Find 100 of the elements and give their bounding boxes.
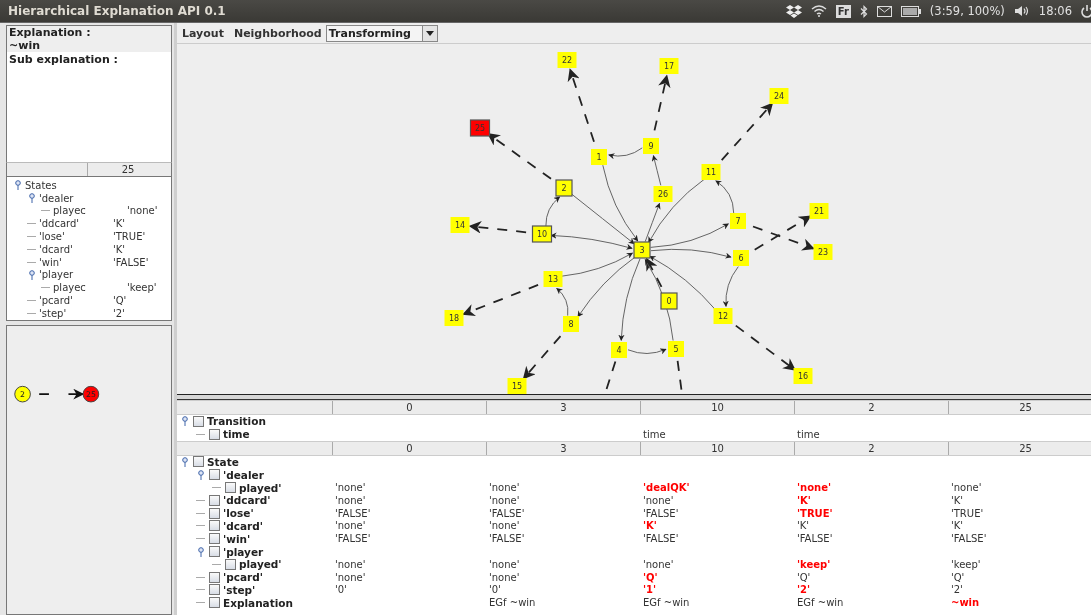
- checkbox[interactable]: [209, 571, 220, 583]
- graph-node[interactable]: 11: [701, 164, 721, 180]
- checkbox[interactable]: [209, 597, 220, 609]
- column-header[interactable]: 25: [948, 441, 1091, 455]
- neighborhood-label: Neighborhood: [233, 26, 322, 40]
- expand-handle-icon[interactable]: [180, 416, 190, 427]
- expand-handle-icon[interactable]: [27, 269, 37, 280]
- tree-item[interactable]: 'player: [39, 269, 74, 281]
- graph-node[interactable]: 22: [557, 52, 577, 68]
- checkbox[interactable]: [209, 546, 220, 558]
- column-header[interactable]: 10: [640, 401, 794, 414]
- column-header[interactable]: 3: [486, 441, 640, 455]
- checkbox[interactable]: [209, 469, 220, 481]
- table-cell: 'Q': [797, 571, 811, 583]
- graph-node[interactable]: 21: [809, 203, 829, 219]
- tree-item[interactable]: 'dealer: [39, 192, 74, 204]
- tree-item[interactable]: 'lose': [39, 231, 65, 243]
- state-value: 'FALSE': [113, 256, 149, 268]
- tree-item[interactable]: played': [239, 558, 282, 571]
- checkbox[interactable]: [193, 415, 204, 427]
- checkbox[interactable]: [225, 558, 236, 570]
- tree-item[interactable]: 'dcard': [39, 243, 73, 255]
- power-icon[interactable]: [1081, 4, 1091, 18]
- graph-node[interactable]: 16: [793, 368, 813, 384]
- tree-item[interactable]: playec: [53, 205, 86, 217]
- tree-item[interactable]: 'step': [39, 307, 67, 319]
- graph-node[interactable]: 7: [730, 213, 746, 229]
- expand-handle-icon[interactable]: [13, 180, 23, 191]
- checkbox[interactable]: [209, 428, 220, 440]
- tree-item[interactable]: 'step': [223, 583, 256, 596]
- tree-item[interactable]: 'ddcard': [223, 494, 271, 507]
- tree-item[interactable]: 'dcard': [223, 519, 263, 532]
- expand-handle-icon[interactable]: [196, 469, 206, 480]
- battery-status[interactable]: (3:59, 100%): [929, 4, 1005, 18]
- dashed-arrow: [753, 215, 812, 251]
- graph-node[interactable]: 8: [563, 316, 579, 332]
- checkbox[interactable]: [209, 533, 220, 545]
- graph-node[interactable]: 10: [531, 225, 553, 243]
- tree-item[interactable]: Transition: [207, 415, 266, 428]
- clock[interactable]: 18:06: [1038, 4, 1072, 18]
- graph-node[interactable]: 1: [591, 149, 607, 165]
- tree-item[interactable]: 'win': [39, 256, 62, 268]
- graph-node[interactable]: 17: [659, 58, 679, 74]
- tree-item[interactable]: 'lose': [223, 507, 254, 520]
- column-header[interactable]: 2: [794, 401, 948, 414]
- tree-item[interactable]: 'player: [223, 545, 264, 558]
- graph-node[interactable]: 2: [555, 179, 573, 197]
- graph-node[interactable]: 25: [82, 385, 100, 403]
- graph-node[interactable]: 3: [633, 241, 651, 259]
- tree-item[interactable]: played': [239, 481, 282, 494]
- dropbox-icon[interactable]: [785, 4, 802, 18]
- column-header[interactable]: 10: [640, 441, 794, 455]
- tree-item[interactable]: States: [25, 179, 57, 191]
- keyboard-layout-indicator[interactable]: Fr: [835, 4, 851, 18]
- graph-node[interactable]: 0: [660, 292, 678, 310]
- tree-item[interactable]: playec: [53, 282, 86, 294]
- graph-node[interactable]: 26: [653, 186, 673, 202]
- graph-node[interactable]: 15: [507, 378, 527, 394]
- column-header[interactable]: 2: [794, 441, 948, 455]
- column-header[interactable]: 25: [948, 401, 1091, 414]
- graph-node[interactable]: 9: [643, 138, 659, 154]
- checkbox[interactable]: [209, 520, 220, 532]
- state-value: 'Q': [113, 295, 127, 307]
- bluetooth-icon[interactable]: [859, 4, 868, 18]
- tree-item[interactable]: 'win': [223, 532, 251, 545]
- expand-handle-icon[interactable]: [196, 546, 206, 557]
- checkbox[interactable]: [209, 494, 220, 506]
- graph-node[interactable]: 18: [444, 310, 464, 326]
- checkbox[interactable]: [193, 456, 204, 468]
- checkbox[interactable]: [225, 482, 236, 494]
- tree-item[interactable]: 'ddcard': [39, 218, 80, 230]
- speaker-icon[interactable]: [1013, 5, 1030, 17]
- column-header[interactable]: 0: [332, 401, 486, 414]
- expand-handle-icon[interactable]: [180, 457, 190, 467]
- tree-item[interactable]: 'pcard': [39, 295, 73, 307]
- graph-node[interactable]: 12: [713, 308, 733, 324]
- graph-node[interactable]: 2: [14, 385, 31, 403]
- state-value: '2': [113, 307, 125, 319]
- graph-node[interactable]: 23: [813, 244, 833, 260]
- tree-item[interactable]: 'dealer: [223, 468, 264, 481]
- expand-handle-icon[interactable]: [27, 193, 37, 204]
- tree-item[interactable]: time: [223, 428, 250, 441]
- graph-node[interactable]: 5: [668, 341, 684, 357]
- graph-node[interactable]: 6: [733, 250, 749, 266]
- graph-node[interactable]: 13: [543, 271, 563, 287]
- column-header[interactable]: 3: [486, 401, 640, 414]
- graph-node[interactable]: 24: [769, 88, 789, 104]
- tree-item[interactable]: 'pcard': [223, 571, 263, 584]
- checkbox[interactable]: [209, 507, 220, 519]
- graph-node[interactable]: 4: [611, 342, 627, 358]
- wifi-icon[interactable]: [810, 5, 827, 17]
- checkbox[interactable]: [209, 584, 220, 596]
- mail-icon[interactable]: [876, 5, 892, 17]
- layout-dropdown[interactable]: Transforming: [325, 24, 438, 42]
- column-header[interactable]: 0: [332, 441, 486, 455]
- tree-item[interactable]: State: [207, 456, 239, 468]
- battery-icon[interactable]: [900, 5, 921, 17]
- state-value: 'none': [127, 205, 158, 217]
- graph-node[interactable]: 14: [450, 217, 470, 233]
- tree-item[interactable]: Explanation: [223, 596, 293, 609]
